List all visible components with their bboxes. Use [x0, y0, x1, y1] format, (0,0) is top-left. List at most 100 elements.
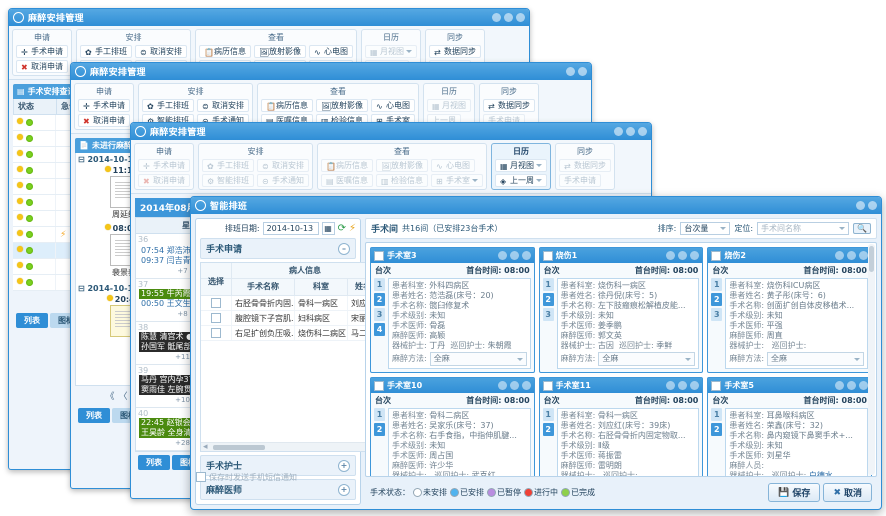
scroll-thumb[interactable]: [212, 444, 265, 450]
minimize-icon[interactable]: [614, 127, 623, 136]
btn-month-view[interactable]: ▦ 月视图: [365, 45, 417, 58]
row-checkbox[interactable]: [211, 298, 221, 308]
slot-list[interactable]: 1 2 3: [542, 278, 554, 369]
room-checkbox[interactable]: [374, 250, 384, 261]
room-card-header[interactable]: 烧伤1: [539, 248, 703, 263]
horizontal-scrollbar[interactable]: ◂ ▸: [201, 442, 379, 452]
row-checkbox[interactable]: [211, 313, 221, 323]
operating-room-card[interactable]: 手术室10 台次 首台时间: 08:00 1 2 患者科室: 骨科二病区 患者姓名: 吴家乐…: [370, 377, 535, 476]
slot-button[interactable]: 1: [711, 408, 723, 421]
room-grid[interactable]: 手术室3 台次 首台时间: 08:00 1 2 3 4 患者科室: 外科四病区 患者姓名: 范浩…: [365, 242, 877, 477]
slot-button[interactable]: 2: [374, 423, 385, 436]
btn-month-view[interactable]: ▦ 月视图: [495, 159, 547, 172]
maximize-icon[interactable]: [504, 13, 513, 22]
close-icon[interactable]: [497, 251, 507, 260]
first-page-button[interactable]: 《: [105, 389, 114, 402]
room-card-header[interactable]: 烧伤2: [708, 248, 871, 263]
row-checkbox[interactable]: [211, 328, 221, 338]
btn-manual-schedule[interactable]: ✿ 手工排班: [202, 159, 254, 172]
refresh-icon[interactable]: ⟳: [338, 223, 346, 234]
prev-page-button[interactable]: 〈: [118, 389, 127, 402]
smart-schedule-dialog[interactable]: 智能排班 排班日期: 2014-10-13 ▦ ⟳ ⚡ 手术申请 – 病人信息 …: [190, 196, 882, 510]
anesthesia-method-select[interactable]: 全麻: [767, 352, 864, 366]
maximize-icon[interactable]: [626, 127, 635, 136]
chevron-down-icon[interactable]: [690, 381, 700, 390]
chevron-down-icon[interactable]: [521, 381, 531, 390]
close-icon[interactable]: [666, 381, 676, 390]
operating-room-card[interactable]: 烧伤2 台次 首台时间: 08:00 1 2 3 患者科室: 烧伤科ICU病区 患者姓名: 黄…: [707, 247, 872, 373]
btn-medical-record[interactable]: 📋 病历信息: [261, 99, 313, 112]
close-icon[interactable]: [638, 127, 647, 136]
slot-button[interactable]: 2: [374, 293, 385, 306]
minimize-icon[interactable]: [492, 13, 501, 22]
btn-cancel-arrange[interactable]: ⊜ 取消安排: [197, 99, 249, 112]
slot-button[interactable]: 2: [542, 423, 554, 436]
table-row[interactable]: 腹腔镜下子宫肌... 妇科病区 宋丽娜: [201, 311, 379, 326]
collapse-icon[interactable]: –: [338, 242, 350, 255]
close-icon[interactable]: [868, 201, 877, 210]
chevron-down-icon[interactable]: [521, 251, 531, 260]
close-icon[interactable]: [497, 381, 507, 390]
room-card-header[interactable]: 手术室11: [539, 378, 703, 393]
btn-data-sync[interactable]: ⇄ 数据同步: [483, 99, 535, 112]
window2-titlebar[interactable]: 麻醉安排管理: [71, 63, 591, 80]
btn-cancel-apply[interactable]: ✖ 取消申请: [16, 60, 68, 73]
locate-input[interactable]: 手术间名称: [757, 222, 850, 235]
slot-list[interactable]: 12: [711, 408, 723, 476]
room-checkbox[interactable]: [374, 380, 384, 391]
window3-titlebar[interactable]: 麻醉安排管理: [131, 123, 651, 140]
room-checkbox[interactable]: [711, 250, 722, 261]
btn-smart-schedule[interactable]: ⚙智能排班: [202, 174, 254, 187]
slot-button[interactable]: 1: [711, 278, 723, 291]
operating-room-card[interactable]: 手术室11 台次 首台时间: 08:00 1 2 患者科室: 骨科一病区 患者姓名: 刘应红…: [538, 377, 704, 476]
btn-ecg[interactable]: ∿ 心电图: [431, 159, 475, 172]
window1-titlebar[interactable]: 麻醉安排管理: [9, 9, 529, 26]
chevron-down-icon[interactable]: [859, 381, 868, 390]
room-card-header[interactable]: 手术室5: [708, 378, 871, 393]
close-icon[interactable]: [578, 67, 587, 76]
save-button[interactable]: 💾 保存: [768, 483, 821, 502]
operating-room-card[interactable]: 手术室3 台次 首台时间: 08:00 1 2 3 4 患者科室: 外科四病区 患者姓名: 范浩…: [370, 247, 535, 373]
cancel-button[interactable]: ✖ 取消: [823, 483, 872, 502]
chevron-up-icon[interactable]: [847, 251, 856, 260]
minimize-icon[interactable]: [856, 201, 865, 210]
operating-room-card[interactable]: 手术室5 台次 首台时间: 08:00 1 2 患者科室: 耳鼻喉科病区 患者姓名: 荣鑫(…: [707, 377, 872, 476]
btn-surgery-apply[interactable]: ✛ 手术申请: [138, 159, 190, 172]
grid-body[interactable]: 右胫骨骨折内固... 骨科一病区 刘应红 腹腔镜下子宫肌... 妇科病区 宋丽娜 右足扩创负…: [201, 296, 379, 341]
chevron-up-icon[interactable]: [678, 251, 688, 260]
btn-ecg[interactable]: ∿ 心电图: [309, 45, 353, 58]
slot-button[interactable]: 1: [542, 408, 554, 421]
slot-button[interactable]: 2: [542, 293, 554, 306]
scroll-left-icon[interactable]: ◂: [203, 442, 208, 452]
slot-list[interactable]: 12: [542, 408, 554, 476]
locate-search-button[interactable]: 🔍: [853, 223, 871, 234]
slot-button[interactable]: 1: [374, 408, 385, 421]
btn-operating-room[interactable]: ⊞手术室: [431, 174, 483, 187]
room-card-header[interactable]: 手术室3: [371, 248, 534, 263]
btn-lab-info[interactable]: ▥检验信息: [376, 174, 428, 187]
slot-button[interactable]: 2: [711, 423, 723, 436]
tab-list[interactable]: 列表: [16, 313, 48, 328]
slot-button[interactable]: 3: [542, 308, 554, 321]
sms-notify-checkbox[interactable]: [196, 472, 206, 482]
btn-radiology-image[interactable]: 🖼 放射影像: [316, 99, 368, 112]
sms-notify-row[interactable]: 保存时发送手机短信通知: [196, 470, 372, 484]
chevron-up-icon[interactable]: [509, 381, 519, 390]
room-checkbox[interactable]: [542, 250, 553, 261]
chevron-up-icon[interactable]: [678, 381, 688, 390]
table-row[interactable]: 右胫骨骨折内固... 骨科一病区 刘应红: [201, 296, 379, 311]
btn-manual-schedule[interactable]: ✿ 手工排班: [80, 45, 132, 58]
rooms-vertical-scrollbar[interactable]: [868, 244, 875, 475]
btn-cancel-arrange[interactable]: ⊜ 取消安排: [257, 159, 309, 172]
slot-list[interactable]: 12: [374, 408, 385, 476]
btn-cancel-apply[interactable]: ✖ 取消申请: [78, 114, 130, 127]
calendar-picker-icon[interactable]: ▦: [321, 222, 335, 235]
anesthesia-method-select[interactable]: 全麻: [598, 352, 696, 366]
close-icon[interactable]: [835, 251, 844, 260]
dialog-titlebar[interactable]: 智能排班: [191, 197, 881, 214]
slot-list[interactable]: 1 2 3: [711, 278, 723, 369]
btn-surgery-notice[interactable]: ⊝手术通知: [257, 174, 309, 187]
chevron-down-icon[interactable]: [859, 251, 868, 260]
btn-surgery-apply[interactable]: ✛ 手术申请: [16, 45, 68, 58]
schedule-date-input[interactable]: 2014-10-13: [262, 222, 319, 235]
